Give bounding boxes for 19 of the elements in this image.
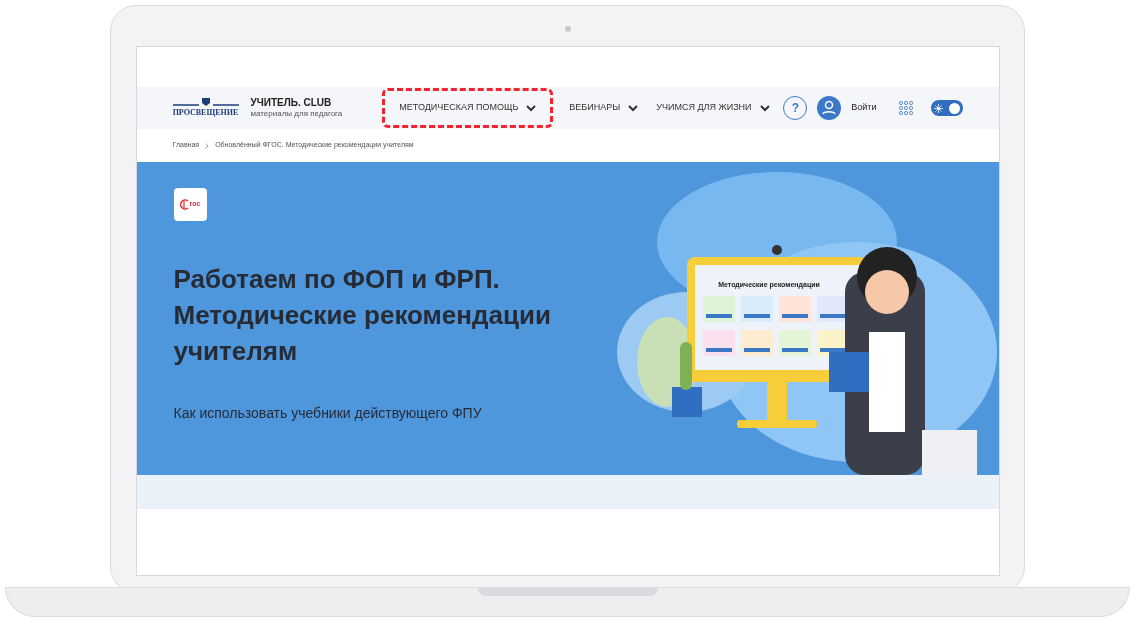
publisher-logo-text: ПРОСВЕЩЕНИЕ xyxy=(172,107,239,119)
theme-toggle[interactable] xyxy=(930,100,963,116)
nav-menu-item[interactable]: МЕТОДИЧЕСКАЯ ПОМОЩЬ xyxy=(382,88,554,128)
hero-subtitle: Как использовать учебники действующего ФПУ xyxy=(173,404,483,423)
nav-menu-item[interactable]: УЧИМСЯ ДЛЯ ЖИЗНИ xyxy=(654,88,772,128)
user-avatar-icon[interactable] xyxy=(817,96,842,120)
chevron-down-icon xyxy=(628,104,639,112)
camera-icon xyxy=(564,26,571,32)
nav-menu-item[interactable]: ВЕБИНАРЫ xyxy=(567,88,641,128)
brand-name: УЧИТЕЛЬ. CLUB xyxy=(250,96,333,110)
hero-title: Работаем по ФОП и ФРП. Методические рекомендации учителям xyxy=(173,263,552,368)
apps-grid-icon[interactable] xyxy=(898,101,913,115)
chevron-down-icon xyxy=(526,104,537,112)
brand-tagline: материалы для педагога xyxy=(250,109,343,120)
login-link[interactable]: Войти xyxy=(851,101,877,115)
chevron-down-icon xyxy=(759,104,770,112)
chevron-right-icon xyxy=(205,142,210,149)
sun-icon xyxy=(933,103,943,113)
shield-icon xyxy=(172,97,239,107)
